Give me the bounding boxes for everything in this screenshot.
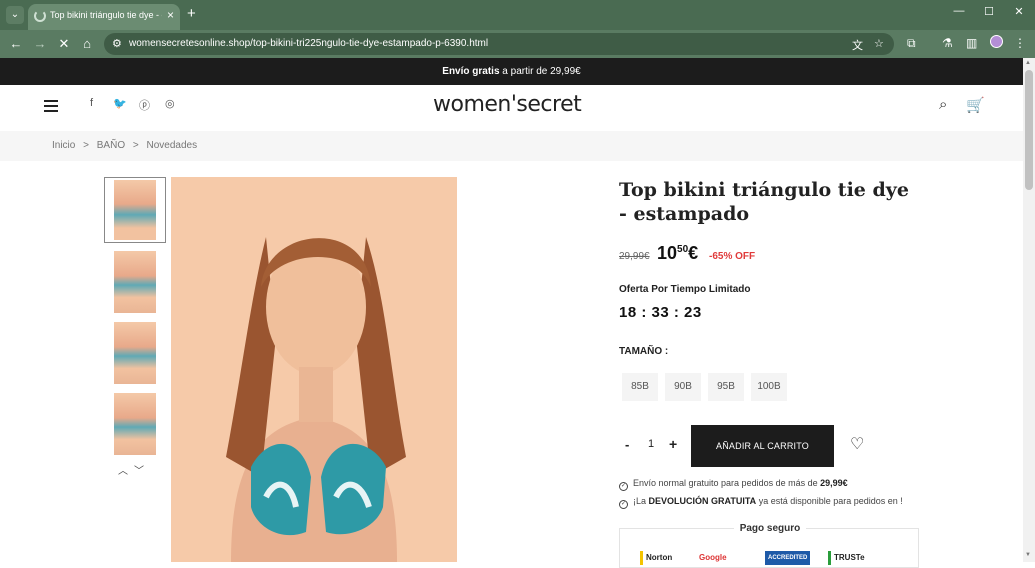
free-shipping-note: ✓ Envío normal gratuito para pedidos de m…: [619, 478, 848, 491]
size-option-100b[interactable]: 100B: [751, 373, 787, 401]
check-circle-icon: ✓: [619, 482, 628, 491]
heart-icon[interactable]: ♡: [850, 434, 864, 454]
size-option-90b[interactable]: 90B: [665, 373, 701, 401]
url-text[interactable]: womensecretesonline.shop/top-bikini-tri2…: [129, 38, 488, 49]
current-price: 1050€: [657, 243, 698, 264]
pinterest-icon[interactable]: ⓟ: [139, 97, 150, 113]
cart-icon[interactable]: 🛒: [966, 96, 985, 114]
new-tab-icon[interactable]: +: [187, 5, 196, 22]
thumbnail-1[interactable]: [104, 177, 166, 243]
window-close-icon[interactable]: ✕: [1004, 5, 1034, 18]
hamburger-icon[interactable]: [44, 100, 58, 112]
model-illustration: [171, 177, 457, 562]
secure-payment-title: Pago seguro: [620, 523, 920, 534]
price-integer: 10: [657, 243, 678, 263]
home-icon[interactable]: ⌂: [78, 35, 96, 53]
size-option-95b[interactable]: 95B: [708, 373, 744, 401]
thumb-next-icon[interactable]: ﹀: [134, 462, 144, 477]
labs-icon[interactable]: ⚗: [942, 36, 953, 50]
quantity-increase-button[interactable]: +: [669, 436, 677, 452]
bbb-accredited-badge: ACCREDITED: [765, 551, 811, 565]
forward-icon[interactable]: →: [31, 35, 49, 53]
norton-badge: Norton: [640, 551, 675, 565]
tab-title: Top bikini triángulo tie dye - es: [50, 10, 162, 20]
profile-avatar[interactable]: [990, 35, 1003, 48]
breadcrumb-inicio[interactable]: Inicio: [52, 140, 75, 151]
breadcrumb-bano[interactable]: BAÑO: [97, 140, 125, 151]
breadcrumb-novedades[interactable]: Novedades: [147, 140, 198, 151]
promo-text: a partir de 29,99€: [499, 66, 581, 77]
stop-loading-icon[interactable]: ✕: [55, 35, 73, 53]
browser-tab[interactable]: Top bikini triángulo tie dye - es ×: [28, 4, 180, 30]
thumbnail-image: [114, 180, 156, 240]
free-shipping-text: Envío normal gratuito para pedidos de má…: [633, 478, 821, 488]
bookmark-star-icon[interactable]: ☆: [874, 37, 884, 50]
browser-tab-bar: ⌄ Top bikini triángulo tie dye - es × + …: [0, 0, 1035, 30]
breadcrumb: Inicio > BAÑO > Novedades: [52, 140, 202, 151]
browser-toolbar: ← → ✕ ⌂ ⚙ womensecretesonline.shop/top-b…: [0, 30, 1035, 58]
loading-spinner-icon: [34, 10, 46, 22]
old-price: 29,99€: [619, 251, 650, 262]
quantity-value[interactable]: 1: [648, 438, 654, 450]
thumbnail-4[interactable]: [114, 393, 156, 455]
promo-bold: Envío gratis: [442, 66, 500, 77]
price-decimal: 50: [677, 244, 689, 255]
search-icon[interactable]: ⌕: [939, 96, 947, 113]
free-return-bold: DEVOLUCIÓN GRATUITA: [648, 496, 757, 506]
scroll-down-icon[interactable]: ▼: [1025, 552, 1031, 558]
offer-label: Oferta Por Tiempo Limitado: [619, 284, 751, 295]
product-title: Top bikini triángulo tie dye - estampado: [619, 179, 909, 225]
breadcrumb-separator: >: [132, 140, 139, 151]
product-main-image[interactable]: [171, 177, 457, 562]
scroll-thumb[interactable]: [1025, 70, 1033, 190]
discount-badge: -65% OFF: [709, 251, 756, 262]
back-icon[interactable]: ←: [7, 35, 25, 53]
check-circle-icon: ✓: [619, 500, 628, 509]
twitter-icon[interactable]: 🐦: [113, 97, 127, 110]
price-currency: €: [688, 243, 699, 263]
site-info-icon[interactable]: ⚙: [112, 37, 122, 50]
free-return-post: ya está disponible para pedidos en !: [756, 496, 903, 506]
more-menu-icon[interactable]: ⋮: [1014, 36, 1026, 50]
truste-badge: TRUSTe: [828, 551, 868, 565]
promo-banner: Envío gratis a partir de 29,99€: [0, 58, 1023, 85]
tab-search-icon[interactable]: ⌄: [6, 6, 24, 24]
secure-payment-title-text: Pago seguro: [733, 523, 807, 534]
site-logo[interactable]: women'secret: [433, 92, 582, 117]
thumbnail-3[interactable]: [114, 322, 156, 384]
page-scrollbar[interactable]: ▲ ▼: [1023, 58, 1035, 562]
thumbnail-2[interactable]: [114, 251, 156, 313]
minimize-icon[interactable]: —: [944, 5, 974, 17]
free-return-pre: ¡La: [633, 496, 649, 506]
quantity-decrease-button[interactable]: -: [625, 437, 629, 452]
maximize-icon[interactable]: ☐: [974, 5, 1004, 18]
size-option-85b[interactable]: 85B: [622, 373, 658, 401]
translate-icon[interactable]: 文: [852, 37, 863, 53]
free-shipping-threshold: 29,99€: [820, 478, 848, 488]
secure-payment-box: Pago seguro Norton Google ACCREDITED TRU…: [619, 523, 919, 568]
breadcrumb-separator: >: [83, 140, 89, 151]
site-header: f 🐦 ⓟ ◎ women'secret ⌕ 🛒: [0, 85, 1023, 131]
sidebar-icon[interactable]: ▥: [966, 36, 977, 50]
tab-close-icon[interactable]: ×: [167, 8, 174, 22]
google-badge: Google: [699, 553, 727, 562]
countdown-timer: 18 : 33 : 23: [619, 304, 702, 321]
free-return-note: ✓ ¡La DEVOLUCIÓN GRATUITA ya está disponi…: [619, 496, 903, 509]
thumb-prev-icon[interactable]: ︿: [118, 462, 128, 477]
instagram-icon[interactable]: ◎: [165, 97, 175, 110]
breadcrumb-bar: Inicio > BAÑO > Novedades: [0, 131, 1023, 161]
facebook-icon[interactable]: f: [90, 97, 93, 109]
address-bar[interactable]: ⚙ womensecretesonline.shop/top-bikini-tr…: [104, 33, 894, 55]
scroll-up-icon[interactable]: ▲: [1025, 60, 1031, 66]
add-to-cart-button[interactable]: AÑADIR AL CARRITO: [691, 425, 834, 467]
extensions-icon[interactable]: ⧉: [907, 36, 916, 51]
size-label: TAMAÑO :: [619, 346, 669, 357]
